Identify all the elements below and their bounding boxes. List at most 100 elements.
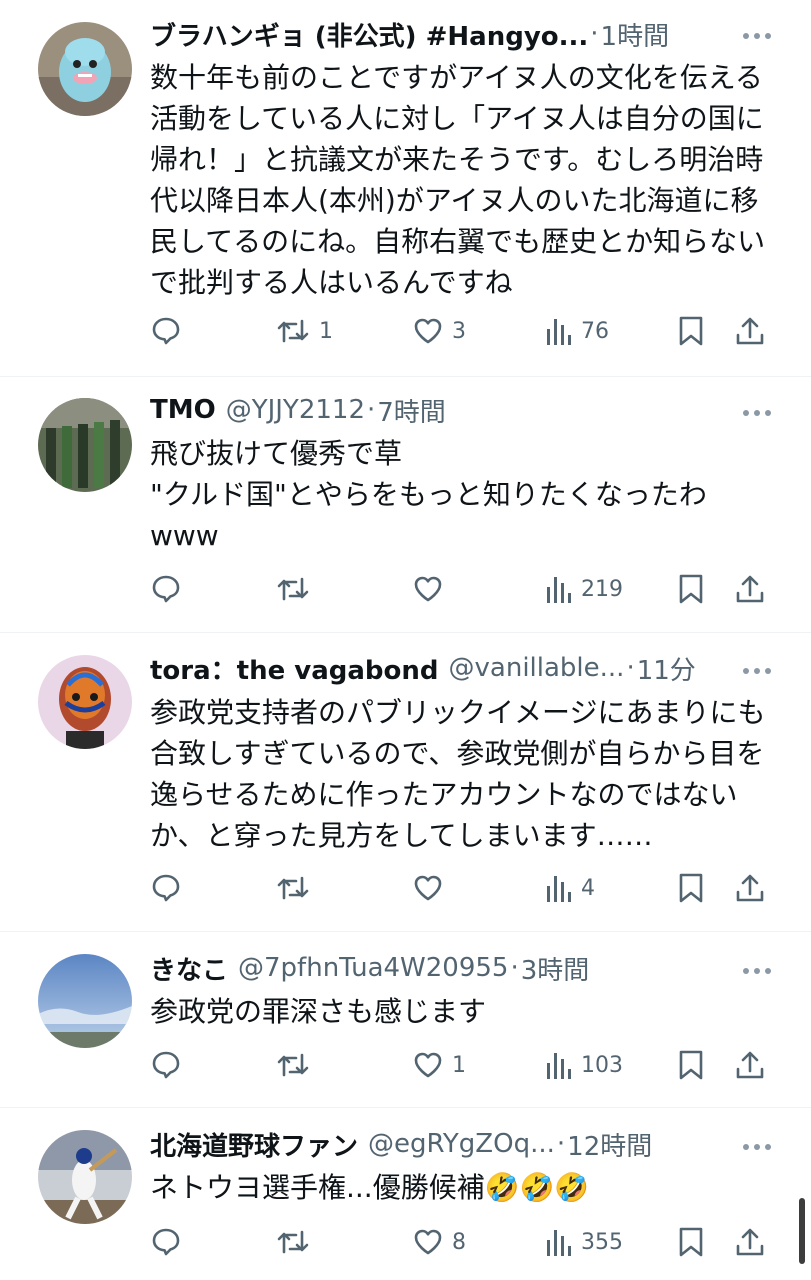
- like-button[interactable]: 3: [412, 311, 466, 351]
- username[interactable]: @YJJY2112: [226, 395, 365, 425]
- display-name[interactable]: tora：the vagabond: [150, 650, 439, 687]
- retweet-button[interactable]: 1: [275, 311, 333, 351]
- display-name[interactable]: TMO: [150, 395, 216, 425]
- like-button[interactable]: 8: [412, 1222, 466, 1262]
- timestamp[interactable]: 7時間: [377, 392, 446, 429]
- tweet[interactable]: ブラハンギョ (非公式) #Hangyo... · 1時間 数十年も前のことです…: [0, 0, 811, 377]
- views-icon: [547, 876, 571, 902]
- reply-icon: [152, 317, 180, 345]
- bookmark-button[interactable]: [678, 1045, 704, 1085]
- share-icon: [736, 1051, 764, 1079]
- reply-button[interactable]: [150, 569, 182, 609]
- tweet[interactable]: TMO @YJJY2112 · 7時間 飛び抜けて優秀で草 "クルド国"とやらを…: [0, 377, 811, 633]
- reply-button[interactable]: [150, 311, 182, 351]
- retweet-icon: [277, 577, 309, 601]
- reply-icon: [152, 874, 180, 902]
- reply-button[interactable]: [150, 1222, 182, 1262]
- timestamp[interactable]: 1時間: [601, 16, 670, 53]
- avatar[interactable]: [38, 954, 132, 1048]
- views-icon: [547, 319, 571, 345]
- retweet-button[interactable]: [275, 569, 319, 609]
- display-name[interactable]: ブラハンギョ (非公式) #Hangyo...: [150, 16, 588, 53]
- like-button[interactable]: 1: [412, 1045, 466, 1085]
- timestamp[interactable]: 12時間: [567, 1126, 652, 1163]
- share-button[interactable]: [734, 311, 766, 351]
- avatar[interactable]: [38, 655, 132, 749]
- reply-icon: [152, 1228, 180, 1256]
- views-icon: [547, 1053, 571, 1079]
- bookmark-button[interactable]: [678, 569, 704, 609]
- more-options-button[interactable]: [743, 965, 771, 977]
- retweet-button[interactable]: [275, 1045, 319, 1085]
- action-bar: 4: [150, 868, 770, 908]
- username[interactable]: @vanillable...: [449, 653, 625, 683]
- bookmark-icon: [679, 1227, 703, 1257]
- separator-dot: ·: [590, 19, 599, 49]
- views-button[interactable]: 355: [545, 1222, 623, 1262]
- more-options-button[interactable]: [743, 30, 771, 42]
- tweet-header: ブラハンギョ (非公式) #Hangyo... · 1時間: [150, 14, 771, 54]
- tweet[interactable]: 北海道野球ファン @egRYgZOq... · 12時間 ネトウヨ選手権...優…: [0, 1108, 811, 1280]
- views-button[interactable]: 76: [545, 311, 609, 351]
- display-name[interactable]: きなこ: [150, 950, 228, 987]
- more-options-button[interactable]: [743, 665, 771, 677]
- separator-dot: ·: [556, 1129, 566, 1159]
- username[interactable]: @egRYgZOq...: [368, 1129, 555, 1159]
- views-button[interactable]: 219: [545, 569, 623, 609]
- share-icon: [736, 874, 764, 902]
- bookmark-button[interactable]: [678, 868, 704, 908]
- username[interactable]: @7pfhnTua4W20955: [238, 953, 508, 983]
- share-button[interactable]: [734, 569, 766, 609]
- share-button[interactable]: [734, 1222, 766, 1262]
- views-icon: [547, 577, 571, 603]
- views-button[interactable]: 4: [545, 868, 595, 908]
- like-button[interactable]: [412, 569, 452, 609]
- tweet[interactable]: きなこ @7pfhnTua4W20955 · 3時間 参政党の罪深さも感じます …: [0, 932, 811, 1108]
- retweet-icon: [277, 876, 309, 900]
- avatar[interactable]: [38, 22, 132, 116]
- more-options-button[interactable]: [743, 407, 771, 419]
- share-button[interactable]: [734, 1045, 766, 1085]
- action-bar: 8 355: [150, 1222, 770, 1262]
- display-name[interactable]: 北海道野球ファン: [150, 1126, 358, 1163]
- bookmark-icon: [679, 1050, 703, 1080]
- heart-icon: [414, 875, 442, 901]
- avatar[interactable]: [38, 398, 132, 492]
- views-button[interactable]: 103: [545, 1045, 623, 1085]
- heart-icon: [414, 1052, 442, 1078]
- reply-icon: [152, 1051, 180, 1079]
- tweet-text: ネトウヨ選手権...優勝候補🤣🤣🤣: [150, 1171, 590, 1204]
- timestamp[interactable]: 3時間: [521, 950, 590, 987]
- scrollbar[interactable]: [799, 1198, 805, 1264]
- share-icon: [736, 1228, 764, 1256]
- timestamp[interactable]: 11分: [637, 650, 696, 687]
- heart-icon: [414, 576, 442, 602]
- action-bar: 1 3 76: [150, 311, 770, 351]
- reply-button[interactable]: [150, 868, 182, 908]
- tweet-header: TMO @YJJY2112 · 7時間: [150, 390, 771, 430]
- tweet-text: 数十年も前のことですがアイヌ人の文化を伝える活動をしている人に対し「アイヌ人は自…: [150, 61, 766, 299]
- share-button[interactable]: [734, 868, 766, 908]
- retweet-button[interactable]: [275, 1222, 319, 1262]
- retweet-icon: [277, 1230, 309, 1254]
- separator-dot: ·: [626, 653, 635, 683]
- separator-dot: ·: [510, 953, 519, 983]
- tweet[interactable]: tora：the vagabond @vanillable... · 11分 参…: [0, 633, 811, 932]
- bookmark-icon: [679, 316, 703, 346]
- bookmark-button[interactable]: [678, 311, 704, 351]
- share-icon: [736, 575, 764, 603]
- tweet-header: tora：the vagabond @vanillable... · 11分: [150, 648, 771, 688]
- bookmark-icon: [679, 574, 703, 604]
- tweet-header: 北海道野球ファン @egRYgZOq... · 12時間: [150, 1124, 771, 1164]
- avatar[interactable]: [38, 1130, 132, 1224]
- reply-button[interactable]: [150, 1045, 182, 1085]
- like-button[interactable]: [412, 868, 452, 908]
- retweet-icon: [277, 319, 309, 343]
- more-options-button[interactable]: [743, 1141, 771, 1153]
- bookmark-button[interactable]: [678, 1222, 704, 1262]
- views-icon: [547, 1230, 571, 1256]
- reply-icon: [152, 575, 180, 603]
- heart-icon: [414, 1229, 442, 1255]
- retweet-button[interactable]: [275, 868, 319, 908]
- action-bar: 219: [150, 569, 770, 609]
